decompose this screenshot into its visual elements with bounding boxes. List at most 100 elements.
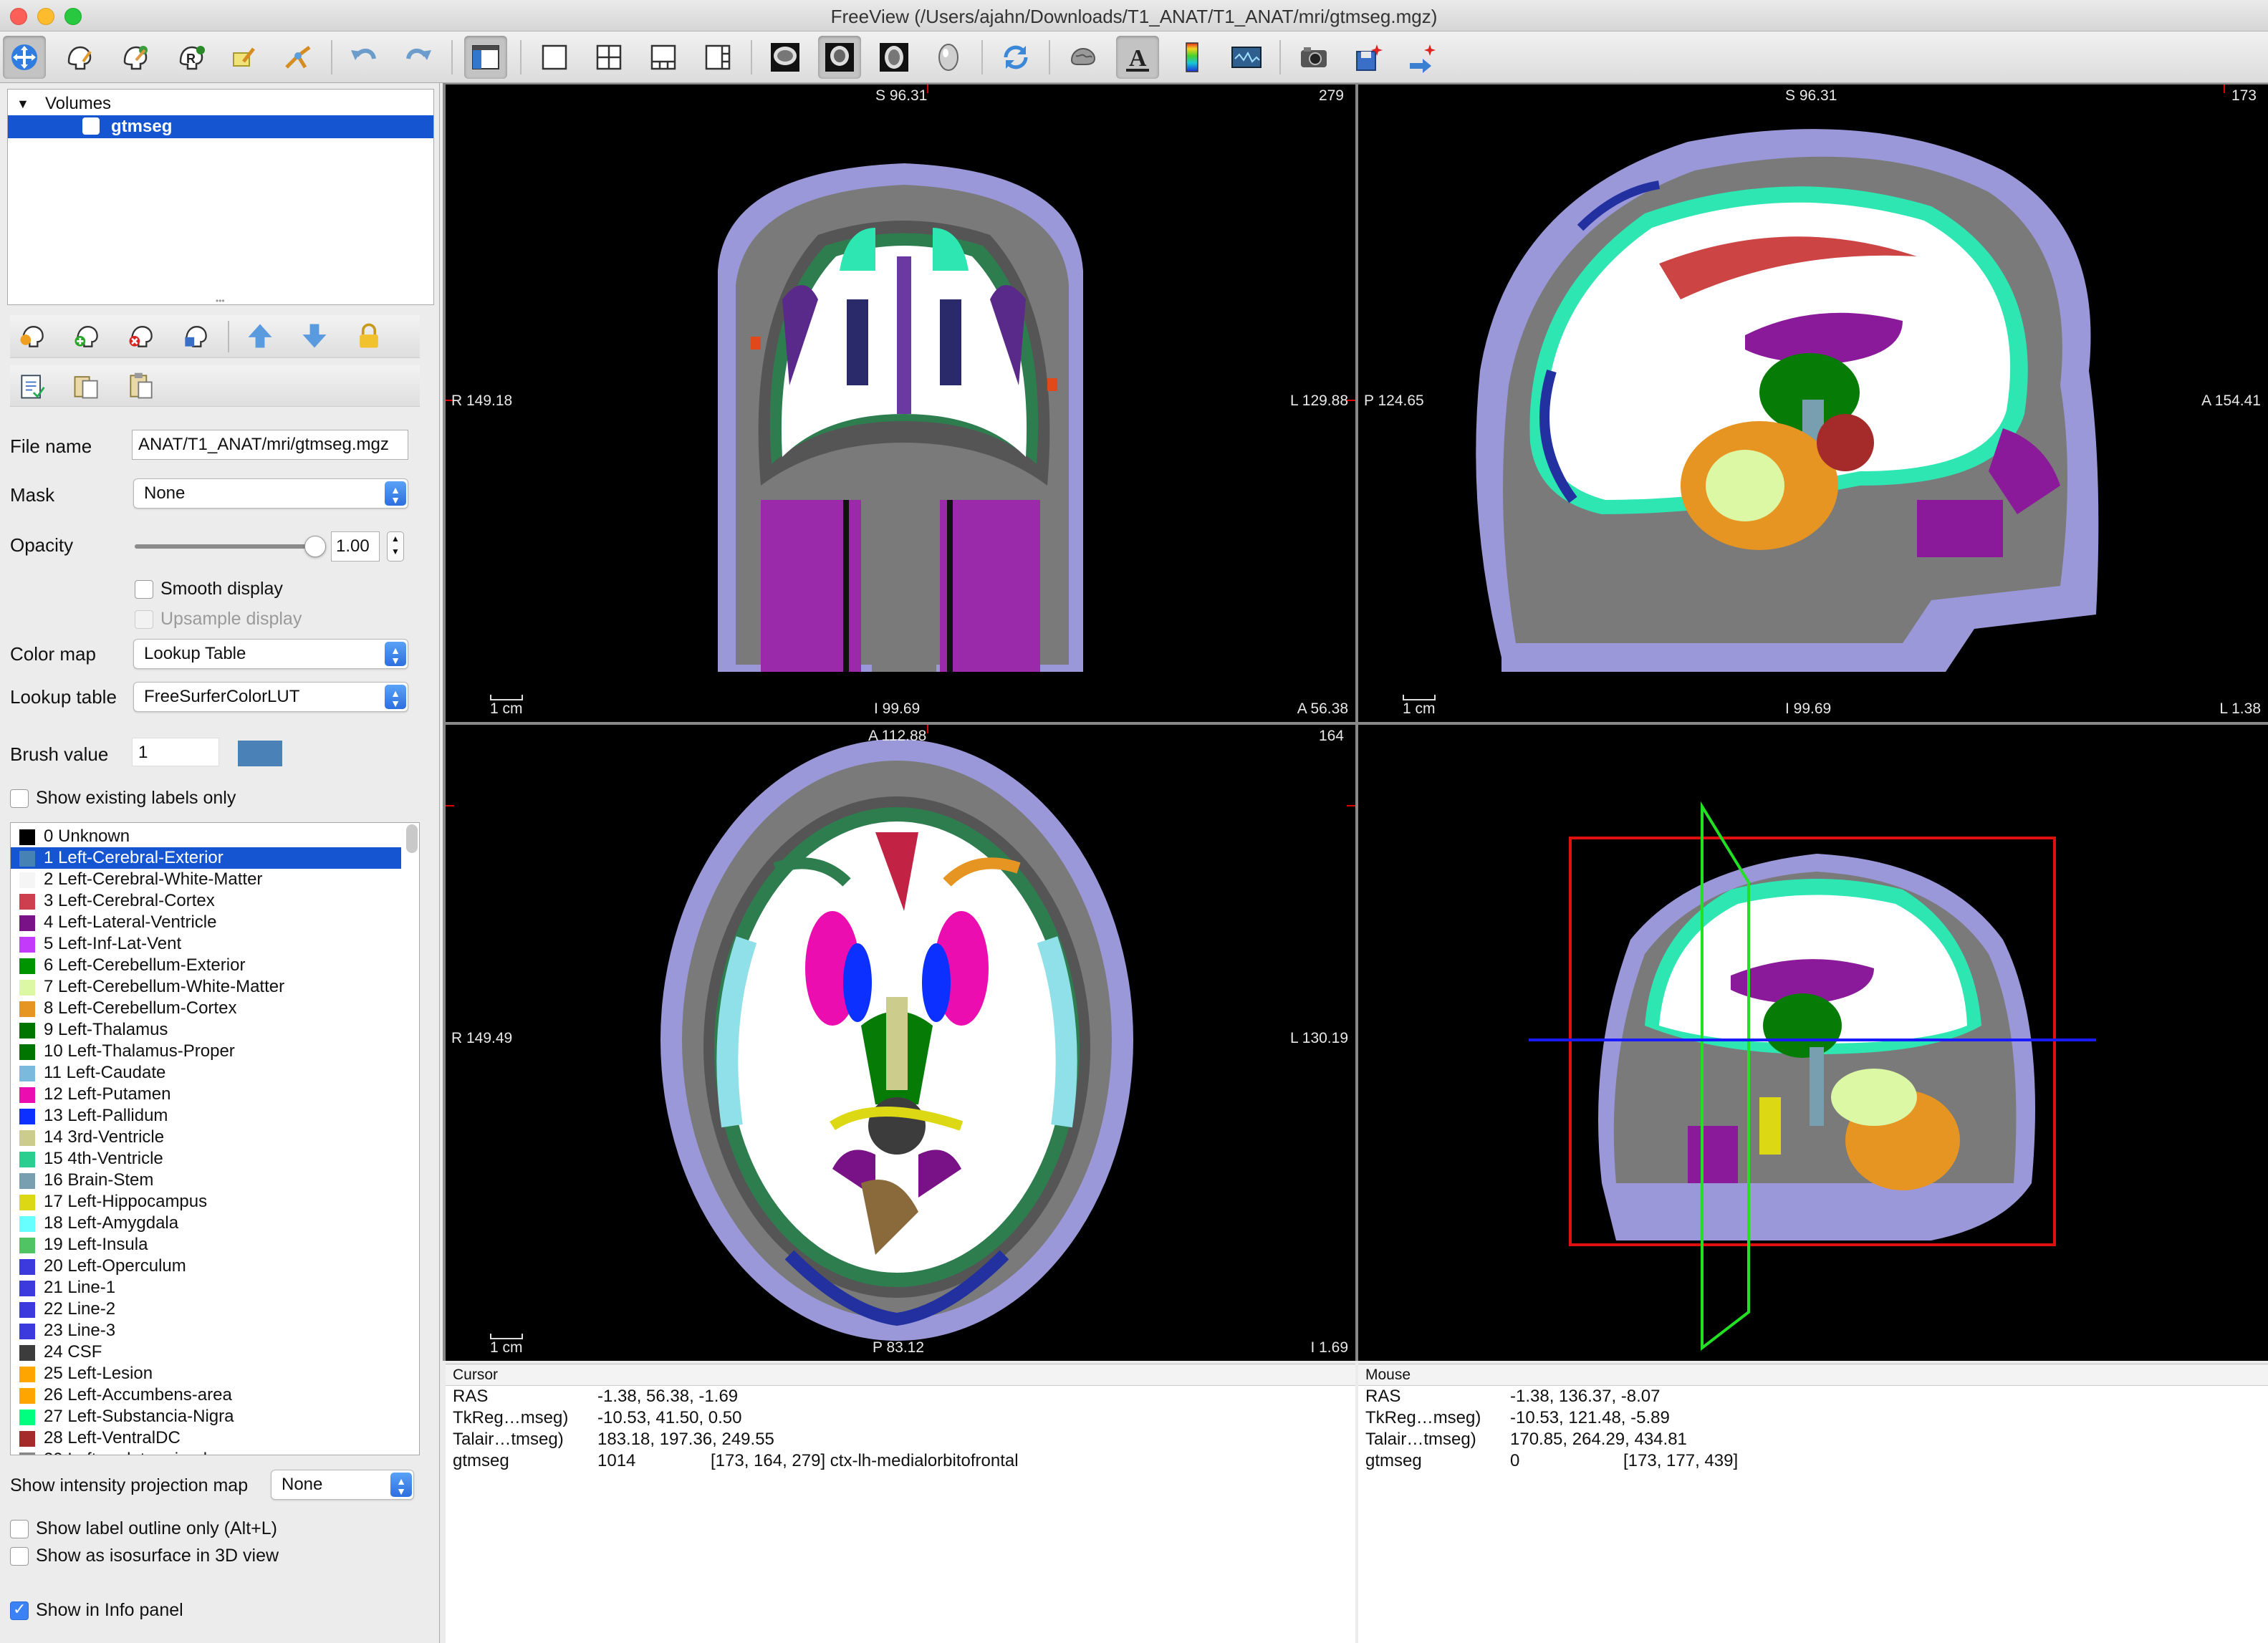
roi-edit-icon[interactable]: R: [169, 36, 212, 79]
label-list[interactable]: 0 Unknown 1 Left-Cerebral-Exterior 2 Left-…: [10, 822, 420, 1455]
load-volume-icon[interactable]: [13, 317, 52, 355]
projection-map-select[interactable]: None ▲ ▼: [271, 1470, 414, 1500]
label-list-item[interactable]: 17 Left-Hippocampus: [11, 1191, 401, 1213]
mask-select[interactable]: None ▲ ▼: [133, 478, 408, 509]
reset-view-icon[interactable]: [994, 36, 1037, 79]
layout-2x2-icon[interactable]: [587, 36, 630, 79]
info-value[interactable]: -10.53, 121.48, -5.89: [1510, 1407, 1670, 1429]
label-list-item[interactable]: 20 Left-Operculum: [11, 1256, 401, 1277]
layout-1x1-icon[interactable]: [533, 36, 576, 79]
opacity-slider-thumb[interactable]: [304, 536, 326, 557]
contour-icon[interactable]: [277, 36, 319, 79]
command-console-icon[interactable]: [1225, 36, 1268, 79]
label-list-item[interactable]: 24 CSF: [11, 1341, 401, 1363]
label-list-item[interactable]: 10 Left-Thalamus-Proper: [11, 1041, 401, 1062]
toggle-panel-icon[interactable]: [464, 36, 507, 79]
new-volume-icon[interactable]: [67, 317, 106, 355]
label-list-item[interactable]: 29 Left-undetermined: [11, 1449, 401, 1455]
info-value[interactable]: 0: [1510, 1450, 1519, 1472]
brush-value-field[interactable]: 1: [132, 738, 219, 766]
label-list-item[interactable]: 0 Unknown: [11, 826, 401, 847]
voxel-edit-icon[interactable]: [113, 36, 156, 79]
3d-view[interactable]: [1358, 725, 2268, 1361]
axial-view-icon[interactable]: [873, 36, 916, 79]
show-annotation-icon[interactable]: A: [1116, 36, 1159, 79]
label-list-item[interactable]: 16 Brain-Stem: [11, 1170, 401, 1191]
axial-view[interactable]: A 112.88 164 R 149.49 L 130.19 P 83.12 I…: [446, 725, 1355, 1361]
label-list-scrollbar[interactable]: [406, 824, 418, 853]
move-up-icon[interactable]: [241, 317, 279, 355]
undo-icon[interactable]: [342, 36, 385, 79]
color-map-select[interactable]: Lookup Table ▲ ▼: [133, 639, 408, 669]
layout-1-3h-icon[interactable]: [696, 36, 739, 79]
label-list-item[interactable]: 18 Left-Amygdala: [11, 1213, 401, 1234]
label-list-item[interactable]: 5 Left-Inf-Lat-Vent: [11, 933, 401, 955]
label-list-item[interactable]: 22 Line-2: [11, 1298, 401, 1320]
redo-icon[interactable]: [397, 36, 440, 79]
properties-icon[interactable]: [13, 367, 52, 405]
label-list-item[interactable]: 25 Left-Lesion: [11, 1363, 401, 1384]
lock-icon[interactable]: [350, 317, 388, 355]
label-list-item[interactable]: 21 Line-1: [11, 1277, 401, 1298]
opacity-stepper[interactable]: ▲ ▼: [387, 531, 404, 562]
info-value[interactable]: 170.85, 264.29, 434.81: [1510, 1429, 1687, 1450]
navigate-icon[interactable]: [3, 36, 46, 79]
label-outline-checkbox[interactable]: [10, 1520, 29, 1538]
coronal-view[interactable]: S 96.31 279 R 149.18 L 129.88 I 99.69 A …: [446, 85, 1355, 722]
label-list-item[interactable]: 3 Left-Cerebral-Cortex: [11, 890, 401, 912]
layer-group-volumes[interactable]: ▼ Volumes: [8, 92, 433, 115]
label-list-item[interactable]: 14 3rd-Ventricle: [11, 1127, 401, 1148]
show-in-info-panel-checkbox[interactable]: [10, 1600, 29, 1620]
colorbar-icon[interactable]: [1171, 36, 1214, 79]
opacity-slider[interactable]: [135, 536, 326, 557]
save-point-icon[interactable]: [1347, 36, 1390, 79]
info-value[interactable]: 1014: [597, 1450, 635, 1472]
label-list-item[interactable]: 1 Left-Cerebral-Exterior: [11, 847, 401, 869]
paste-icon[interactable]: [122, 367, 160, 405]
copy-icon[interactable]: [67, 367, 106, 405]
label-list-item[interactable]: 28 Left-VentralDC: [11, 1427, 401, 1449]
info-value[interactable]: 183.18, 197.36, 249.55: [597, 1429, 774, 1450]
show-surface-icon[interactable]: [1062, 36, 1105, 79]
layer-tree[interactable]: ▼ Volumes gtmseg •••: [7, 89, 434, 306]
move-down-icon[interactable]: [295, 317, 334, 355]
save-volume-icon[interactable]: [176, 317, 215, 355]
label-list-item[interactable]: 26 Left-Accumbens-area: [11, 1384, 401, 1406]
snapshot-icon[interactable]: [1292, 36, 1335, 79]
goto-point-icon[interactable]: [1401, 36, 1444, 79]
info-value[interactable]: -1.38, 56.38, -1.69: [597, 1386, 738, 1407]
show-existing-labels-checkbox[interactable]: [10, 789, 29, 808]
label-list-item[interactable]: 2 Left-Cerebral-White-Matter: [11, 869, 401, 890]
label-list-item[interactable]: 19 Left-Insula: [11, 1234, 401, 1256]
layout-1-3-icon[interactable]: [642, 36, 685, 79]
label-list-item[interactable]: 15 4th-Ventricle: [11, 1148, 401, 1170]
label-list-item[interactable]: 7 Left-Cerebellum-White-Matter: [11, 976, 401, 998]
label-list-item[interactable]: 12 Left-Putamen: [11, 1084, 401, 1105]
recon-edit-icon[interactable]: [57, 36, 100, 79]
label-list-item[interactable]: 9 Left-Thalamus: [11, 1019, 401, 1041]
label-list-item[interactable]: 11 Left-Caudate: [11, 1062, 401, 1084]
brush-color-swatch[interactable]: [238, 741, 282, 766]
label-list-item[interactable]: 13 Left-Pallidum: [11, 1105, 401, 1127]
layer-item-gtmseg[interactable]: gtmseg: [8, 115, 433, 139]
label-list-item[interactable]: 8 Left-Cerebellum-Cortex: [11, 998, 401, 1019]
close-volume-icon[interactable]: [122, 317, 160, 355]
info-value[interactable]: -1.38, 136.37, -8.07: [1510, 1386, 1660, 1407]
point-set-edit-icon[interactable]: [222, 36, 265, 79]
coronal-view-icon[interactable]: [818, 36, 861, 79]
file-name-field[interactable]: ANAT/T1_ANAT/mri/gtmseg.mgz: [132, 430, 408, 460]
label-list-item[interactable]: 4 Left-Lateral-Ventricle: [11, 912, 401, 933]
smooth-display-checkbox[interactable]: [135, 580, 153, 599]
label-list-item[interactable]: 23 Line-3: [11, 1320, 401, 1341]
isosurface-checkbox[interactable]: [10, 1547, 29, 1566]
label-list-item[interactable]: 27 Left-Substancia-Nigra: [11, 1406, 401, 1427]
3d-view-icon[interactable]: [927, 36, 970, 79]
layer-visibility-checkbox[interactable]: [82, 116, 100, 139]
splitter-handle[interactable]: •••: [216, 296, 225, 306]
expand-arrow-icon[interactable]: ▼: [16, 92, 29, 115]
info-value[interactable]: -10.53, 41.50, 0.50: [597, 1407, 742, 1429]
lookup-table-select[interactable]: FreeSurferColorLUT ▲ ▼: [133, 682, 408, 712]
sagittal-view-icon[interactable]: [764, 36, 807, 79]
sagittal-view[interactable]: S 96.31 173 P 124.65 A 154.41 I 99.69 L …: [1358, 85, 2268, 722]
opacity-field[interactable]: 1.00: [331, 531, 380, 562]
